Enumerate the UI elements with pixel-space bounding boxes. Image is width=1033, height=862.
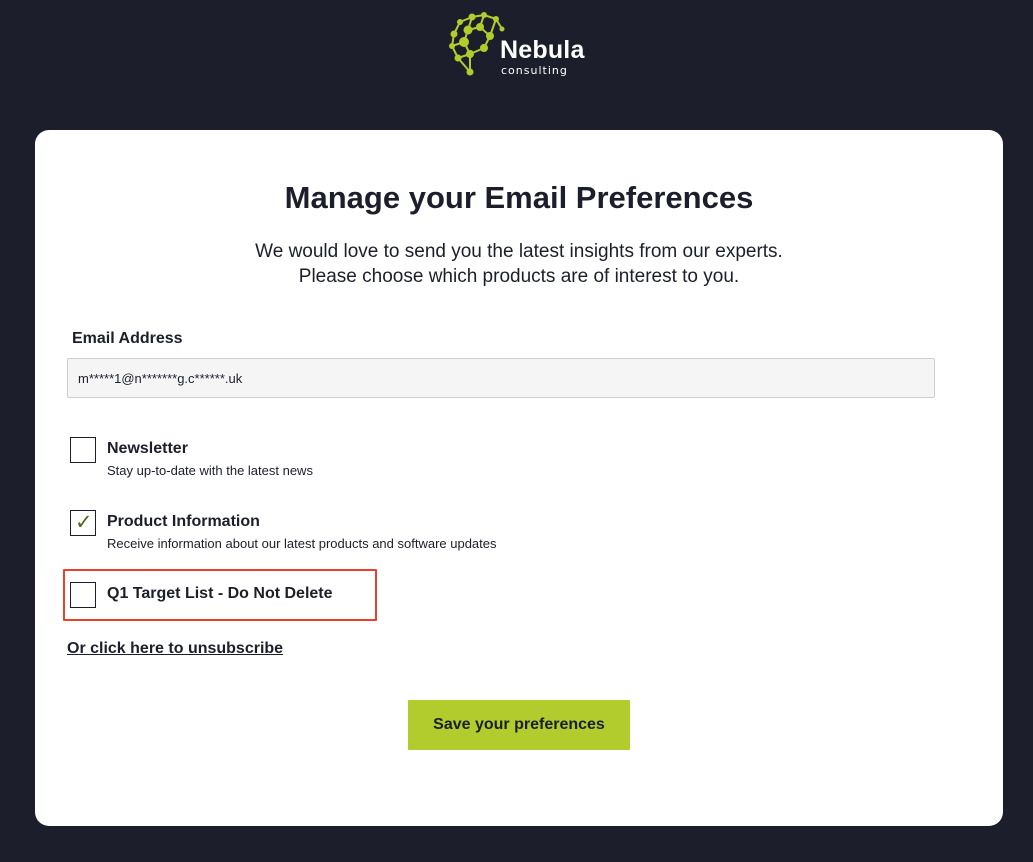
- intro-text: We would love to send you the latest ins…: [35, 239, 1003, 289]
- preferences-card: Manage your Email Preferences We would l…: [35, 130, 1003, 826]
- highlight-annotation: [63, 569, 377, 621]
- brand-tagline: consulting: [501, 64, 568, 77]
- brand-name: Nebula: [500, 36, 585, 64]
- molecule-network-icon: [449, 12, 505, 76]
- brand-logo: Nebula consulting: [446, 10, 596, 80]
- check-mark-icon: ✓: [75, 511, 93, 534]
- save-preferences-button[interactable]: Save your preferences: [408, 700, 630, 750]
- email-field[interactable]: [67, 358, 935, 398]
- product-information-checkbox[interactable]: ✓: [70, 510, 96, 536]
- intro-line-2: Please choose which products are of inte…: [298, 266, 740, 287]
- intro-line-1: We would love to send you the latest ins…: [255, 241, 783, 262]
- email-label: Email Address: [72, 330, 183, 347]
- preference-description: Receive information about our latest pro…: [107, 536, 497, 551]
- preference-title: Newsletter: [107, 440, 188, 457]
- unsubscribe-link[interactable]: Or click here to unsubscribe: [67, 639, 283, 659]
- preference-description: Stay up-to-date with the latest news: [107, 463, 313, 478]
- preference-title: Product Information: [107, 513, 260, 530]
- page-title: Manage your Email Preferences: [284, 180, 754, 215]
- newsletter-checkbox[interactable]: [70, 437, 96, 463]
